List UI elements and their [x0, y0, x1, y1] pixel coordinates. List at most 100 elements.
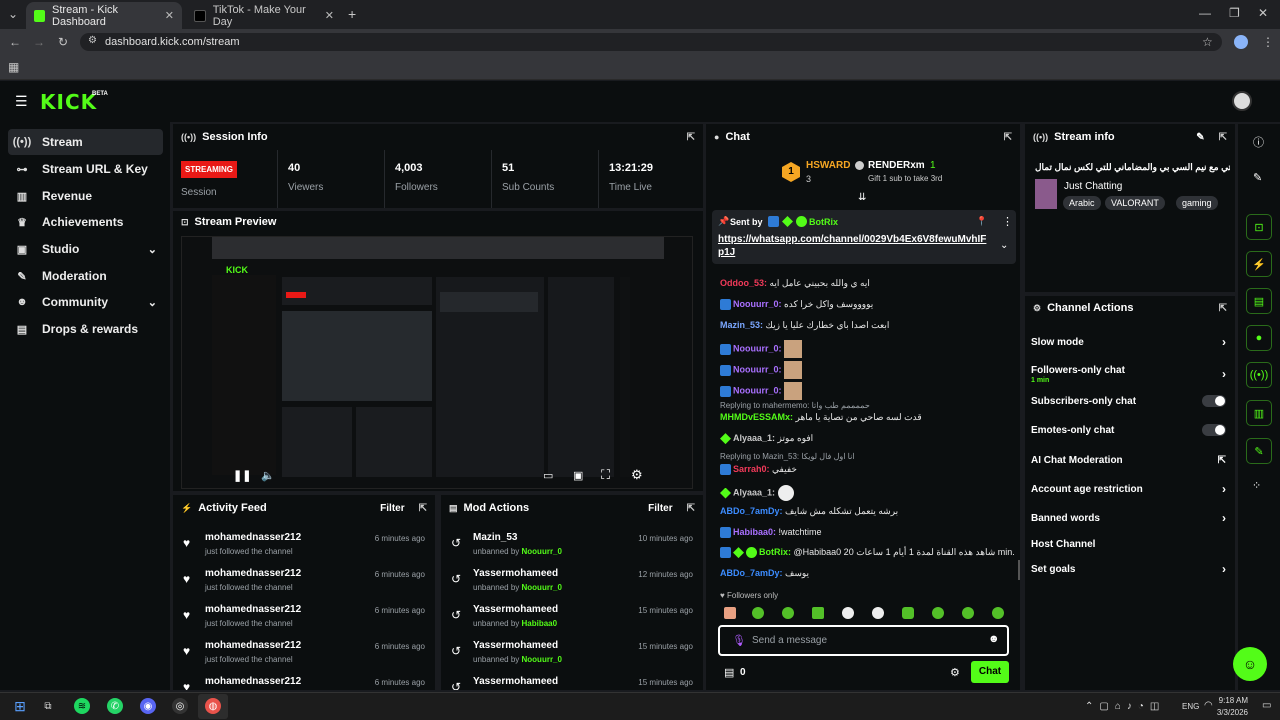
emote-icon[interactable]	[782, 607, 794, 619]
rail-more-icon[interactable]: ⁘	[1252, 479, 1261, 492]
microphone-icon[interactable]: 🎙	[732, 634, 746, 647]
mod-target[interactable]: Mazin_53	[473, 532, 517, 543]
unpin-icon[interactable]: 📍	[976, 216, 987, 227]
emote-icon[interactable]	[962, 607, 974, 619]
chat-input[interactable]: 🎙 Send a message ☻	[718, 625, 1009, 656]
popout-icon[interactable]: ⇱	[1219, 132, 1227, 143]
edit-icon[interactable]: ✎	[1253, 171, 1262, 184]
window-close-icon[interactable]: ✕	[1258, 7, 1268, 19]
activity-user[interactable]: mohamednasser212	[205, 604, 301, 615]
category-thumbnail[interactable]	[1035, 179, 1057, 209]
chat-username[interactable]: ABDo_7amDy:	[720, 506, 783, 516]
stream-video[interactable]: KICK	[181, 236, 693, 489]
chat-username[interactable]: BotRix:	[759, 547, 791, 557]
category-name[interactable]: Just Chatting	[1064, 181, 1122, 192]
new-tab-icon[interactable]: +	[348, 7, 356, 21]
chat-username[interactable]: Noouurr_0:	[733, 364, 782, 374]
chat-username[interactable]: ABDo_7amDy:	[720, 568, 783, 578]
clock-date[interactable]: 3/3/2026	[1204, 708, 1248, 717]
chat-username[interactable]: Mazin_53:	[720, 320, 763, 330]
pinned-link[interactable]: https://whatsapp.com/channel/0029Vb4Ex6V…	[718, 233, 990, 259]
chat-username[interactable]: Noouurr_0:	[733, 299, 782, 309]
channel-points-icon[interactable]: ▤	[724, 666, 734, 679]
chat-settings-gear-icon[interactable]: ⚙	[950, 666, 960, 679]
activity-user[interactable]: mohamednasser212	[205, 640, 301, 651]
top-gifter-name[interactable]: HSWARD	[806, 160, 850, 171]
sidebar-item-achievements[interactable]: ♛ Achievements	[8, 209, 163, 235]
gift-sub-text[interactable]: Gift 1 sub to take 3rd	[868, 174, 942, 183]
mod-by[interactable]: Noouurr_0	[522, 547, 562, 556]
pause-icon[interactable]: ❚❚	[233, 469, 251, 482]
chat-username[interactable]: Oddoo_53:	[720, 278, 767, 288]
second-gifter-name[interactable]: RENDERxm	[868, 160, 925, 171]
minimize-icon[interactable]: —	[1199, 7, 1211, 19]
chat-scrollbar[interactable]	[1018, 560, 1020, 580]
rail-clip-icon[interactable]: ⊡	[1246, 214, 1272, 240]
chat-username[interactable]: Sarrah0:	[733, 464, 770, 474]
scroll-down-icon[interactable]: ⇊	[858, 192, 866, 203]
emote-icon[interactable]	[812, 607, 824, 619]
activity-user[interactable]: mohamednasser212	[205, 568, 301, 579]
sidebar-item-stream[interactable]: ((•)) Stream	[8, 129, 163, 155]
chevron-down-icon[interactable]: ⌄	[1000, 240, 1008, 251]
back-icon[interactable]: ←	[9, 36, 21, 48]
toggle-switch[interactable]	[1202, 395, 1226, 407]
sidebar-item-drops-rewards[interactable]: ▤ Drops & rewards	[8, 316, 163, 342]
chat-reply[interactable]: Replying to mahermemo: حممممم طب واتا	[720, 401, 870, 410]
chat-username[interactable]: Alyaaa_1:	[733, 433, 775, 443]
chat-send-button[interactable]: Chat	[971, 661, 1009, 683]
chat-username[interactable]: MHMDvESSAMx:	[720, 412, 793, 422]
task-view-icon[interactable]: ⧉	[40, 698, 56, 714]
followers-only-chat-button[interactable]: Followers-only chat 1 min ›	[1031, 360, 1226, 388]
tab-search-icon[interactable]: ⌄	[8, 8, 18, 20]
host-channel-button[interactable]: Host Channel	[1031, 532, 1226, 556]
notifications-icon[interactable]: ▭	[1262, 700, 1271, 711]
account-age-restriction-button[interactable]: Account age restriction ›	[1031, 477, 1226, 501]
mod-by[interactable]: Noouurr_0	[522, 583, 562, 592]
popout-icon[interactable]: ⇱	[687, 132, 695, 143]
theater-mode-icon[interactable]: ▭	[543, 469, 553, 482]
chat-username[interactable]: Habibaa0:	[733, 527, 776, 537]
subscribers-only-chat-toggle[interactable]: Subscribers-only chat	[1031, 389, 1226, 413]
sidebar-item-revenue[interactable]: ▥ Revenue	[8, 183, 163, 209]
rail-chat-icon[interactable]: ●	[1246, 325, 1272, 351]
reload-icon[interactable]: ↻	[58, 36, 68, 48]
bookmark-star-icon[interactable]: ☆	[1202, 36, 1213, 48]
popout-icon[interactable]: ⇱	[419, 503, 427, 514]
obs-icon[interactable]: ◎	[172, 698, 188, 714]
popout-icon[interactable]: ⇱	[1219, 303, 1227, 314]
chrome-menu-icon[interactable]: ⋮	[1262, 36, 1274, 48]
info-icon[interactable]: ⓘ	[1253, 134, 1264, 150]
maximize-icon[interactable]: ❐	[1229, 7, 1240, 19]
clip-icon[interactable]: ▣	[573, 469, 583, 482]
apps-grid-icon[interactable]: ▦	[8, 61, 19, 73]
rail-document-icon[interactable]: ▤	[1246, 288, 1272, 314]
rail-broadcast-icon[interactable]: ((•))	[1246, 362, 1272, 388]
close-tab-icon[interactable]: ✕	[165, 9, 174, 22]
activity-user[interactable]: mohamednasser212	[205, 676, 301, 687]
mod-target[interactable]: Yassermohameed	[473, 676, 558, 687]
whatsapp-icon[interactable]: ✆	[107, 698, 123, 714]
tab-kick-dashboard[interactable]: Stream - Kick Dashboard ✕	[26, 2, 182, 29]
emote-icon[interactable]	[902, 607, 914, 619]
discord-icon[interactable]: ◉	[140, 698, 156, 714]
profile-avatar[interactable]	[1234, 35, 1248, 49]
close-tab-icon[interactable]: ✕	[325, 9, 334, 22]
mod-target[interactable]: Yassermohameed	[473, 568, 558, 579]
emotes-only-chat-toggle[interactable]: Emotes-only chat	[1031, 418, 1226, 442]
sidebar-item-community[interactable]: ☻ Community ⌄	[8, 289, 163, 315]
mod-target[interactable]: Yassermohameed	[473, 604, 558, 615]
rail-list-icon[interactable]: ▥	[1246, 400, 1272, 426]
emote-icon[interactable]	[992, 607, 1004, 619]
chat-username[interactable]: Noouurr_0:	[733, 343, 782, 353]
volume-icon[interactable]: 🔈	[261, 469, 275, 482]
spotify-icon[interactable]: ≋	[74, 698, 90, 714]
user-avatar[interactable]	[1232, 91, 1252, 111]
emote-icon[interactable]	[932, 607, 944, 619]
popout-icon[interactable]: ⇱	[687, 503, 695, 514]
site-info-icon[interactable]: ⚙	[88, 36, 97, 46]
emote-icon[interactable]	[752, 607, 764, 619]
ai-chat-moderation-button[interactable]: AI Chat Moderation ⇱	[1031, 448, 1226, 472]
popout-icon[interactable]: ⇱	[1004, 132, 1012, 143]
emote-icon[interactable]	[724, 607, 736, 619]
